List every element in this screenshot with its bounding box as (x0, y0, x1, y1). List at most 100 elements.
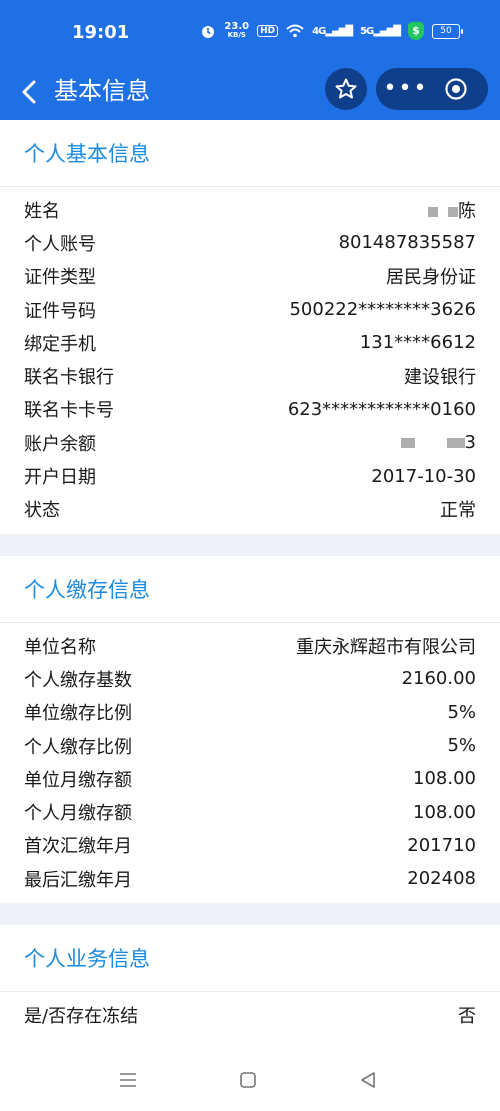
list-item: 状态 正常 (0, 493, 500, 526)
status-bar: 19:01 23.0 KB/S HD 4G▂▄▆█ 5G▂▄▆█ $ 50 (0, 0, 500, 64)
row-value: 2160.00 (401, 668, 476, 690)
menu-icon (120, 1073, 136, 1087)
system-nav-bar (0, 1048, 500, 1111)
row-label: 证件号码 (24, 300, 96, 322)
miniapp-capsule: ••• (376, 68, 488, 110)
section-deposit-info: 个人缴存信息 单位名称 重庆永辉超市有限公司 个人缴存基数 2160.00 单位… (0, 555, 500, 904)
target-icon (445, 78, 467, 100)
list-item: 证件类型 居民身份证 (0, 260, 500, 293)
row-label: 个人缴存比例 (24, 736, 132, 758)
row-label: 首次汇缴年月 (24, 836, 132, 858)
net-speed: 23.0 KB/S (224, 22, 249, 40)
redacted-mark (448, 206, 458, 217)
row-value: 5% (447, 735, 476, 756)
row-label: 联名卡银行 (24, 367, 114, 389)
redacted-mark (400, 438, 415, 449)
section-basic-info: 个人基本信息 姓名 陈 个人账号 801487835587 证件类型 居民身份证… (0, 120, 500, 534)
row-label: 单位缴存比例 (24, 703, 132, 725)
list-item: 个人账号 801487835587 (0, 226, 500, 259)
section-divider (0, 903, 500, 926)
redacted-mark (428, 206, 439, 217)
row-value: 108.00 (413, 801, 476, 823)
list-item: 个人月缴存额 108.00 (0, 795, 500, 828)
row-value: 3 (400, 432, 476, 453)
list-item: 首次汇缴年月 201710 (0, 829, 500, 862)
row-label: 姓名 (24, 200, 60, 222)
status-time: 19:01 (72, 22, 130, 43)
row-label: 是/否存在冻结 (24, 1005, 139, 1027)
section-divider (0, 533, 500, 556)
signal-4g: 4G▂▄▆█ (312, 25, 353, 37)
back-system-button[interactable] (356, 1068, 380, 1092)
row-label: 证件类型 (24, 267, 96, 289)
net-speed-unit: KB/S (227, 31, 246, 39)
back-button[interactable] (16, 74, 44, 110)
row-label: 开户日期 (24, 467, 96, 489)
row-label: 个人缴存基数 (24, 669, 132, 691)
list-item: 姓名 陈 (0, 193, 500, 226)
header-area: 19:01 23.0 KB/S HD 4G▂▄▆█ 5G▂▄▆█ $ 50 基本… (0, 0, 500, 120)
list-item: 联名卡银行 建设银行 (0, 359, 500, 392)
row-label: 个人账号 (24, 233, 96, 255)
row-value: 否 (458, 1005, 476, 1027)
row-value: 623************0160 (287, 398, 476, 420)
row-value: 陈 (428, 197, 476, 223)
wifi-icon (286, 24, 304, 38)
hd-badge: HD (257, 25, 279, 37)
list-item: 是/否存在冻结 否 (0, 998, 500, 1031)
row-label: 绑定手机 (24, 333, 96, 355)
section-business-info: 个人业务信息 是/否存在冻结 否 (0, 925, 500, 1040)
list-item: 个人缴存比例 5% (0, 729, 500, 762)
home-button[interactable] (236, 1068, 260, 1092)
battery-icon: 50 (432, 23, 463, 39)
square-icon (240, 1072, 256, 1088)
alarm-icon (202, 26, 215, 38)
row-value: 131****6612 (359, 332, 476, 354)
status-icons: 23.0 KB/S HD 4G▂▄▆█ 5G▂▄▆█ $ 50 (200, 22, 463, 40)
list-item: 单位名称 重庆永辉超市有限公司 (0, 629, 500, 662)
section-title: 个人缴存信息 (0, 556, 500, 623)
info-list: 是/否存在冻结 否 (0, 992, 500, 1039)
row-value: 202408 (407, 868, 476, 890)
row-value: 500222********3626 (289, 299, 476, 321)
row-label: 最后汇缴年月 (24, 869, 132, 891)
redacted-mark (446, 438, 465, 449)
more-button[interactable]: ••• (376, 68, 436, 110)
list-item: 单位缴存比例 5% (0, 696, 500, 729)
list-item: 证件号码 500222********3626 (0, 293, 500, 326)
row-label: 个人月缴存额 (24, 803, 132, 825)
row-label: 单位名称 (24, 636, 96, 658)
row-value: 正常 (440, 500, 476, 522)
main-content: 个人基本信息 姓名 陈 个人账号 801487835587 证件类型 居民身份证… (0, 120, 500, 1040)
close-miniapp-button[interactable] (436, 77, 476, 101)
signal-5g: 5G▂▄▆█ (360, 25, 401, 37)
star-icon (335, 78, 357, 99)
row-value: 801487835587 (338, 232, 476, 254)
row-value: 居民身份证 (386, 267, 476, 289)
chevron-left-icon (22, 80, 36, 104)
row-value: 2017-10-30 (371, 465, 476, 487)
list-item: 绑定手机 131****6612 (0, 326, 500, 359)
favorite-button[interactable] (325, 68, 367, 110)
row-value: 201710 (407, 834, 476, 856)
recent-apps-button[interactable] (116, 1068, 140, 1092)
shield-icon: $ (408, 22, 424, 40)
row-label: 单位月缴存额 (24, 769, 132, 791)
row-label: 账户余额 (24, 433, 96, 455)
row-label: 联名卡卡号 (24, 400, 114, 422)
row-value: 重庆永辉超市有限公司 (296, 636, 476, 658)
info-list: 姓名 陈 个人账号 801487835587 证件类型 居民身份证 证件号码 5… (0, 187, 500, 534)
row-value: 5% (447, 701, 476, 723)
page-title: 基本信息 (54, 77, 150, 105)
nav-bar: 基本信息 ••• (0, 64, 500, 120)
section-title: 个人业务信息 (0, 925, 500, 993)
net-speed-value: 23.0 (224, 21, 250, 32)
triangle-back-icon (361, 1072, 375, 1088)
list-item: 最后汇缴年月 202408 (0, 862, 500, 895)
list-item: 开户日期 2017-10-30 (0, 459, 500, 492)
section-title: 个人基本信息 (0, 120, 500, 187)
row-value: 建设银行 (404, 367, 476, 389)
list-item: 账户余额 3 (0, 426, 500, 459)
list-item: 单位月缴存额 108.00 (0, 762, 500, 795)
list-item: 联名卡卡号 623************0160 (0, 393, 500, 426)
